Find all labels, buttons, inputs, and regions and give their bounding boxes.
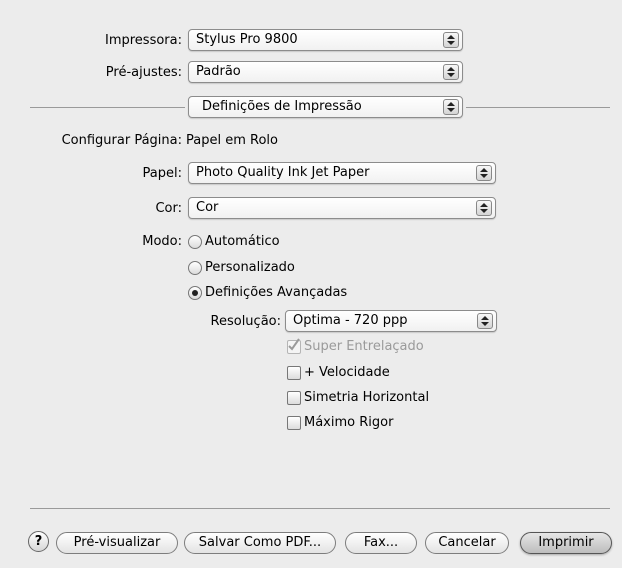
cancel-button[interactable]: Cancelar: [425, 532, 509, 554]
finest-detail-label[interactable]: Máximo Rigor: [304, 415, 393, 430]
finest-detail-checkbox[interactable]: [287, 416, 301, 430]
mode-option-advanced[interactable]: Definições Avançadas: [205, 285, 347, 300]
super-interlace-label: Super Entrelaçado: [304, 339, 424, 354]
popup-arrows-icon: [443, 99, 459, 115]
printer-value: Stylus Pro 9800: [196, 32, 298, 47]
mode-radio-automatic[interactable]: [188, 235, 202, 249]
panel-separator-left: [30, 107, 185, 108]
popup-arrows-icon: [476, 165, 492, 181]
printer-label: Impressora:: [105, 33, 182, 48]
popup-arrows-icon: [476, 200, 492, 216]
paper-label: Papel:: [142, 166, 182, 181]
presets-popup[interactable]: Padrão: [188, 61, 463, 83]
presets-label: Pré-ajustes:: [105, 65, 182, 80]
page-setup-value: Papel em Rolo: [186, 133, 278, 148]
paper-popup[interactable]: Photo Quality Ink Jet Paper: [188, 162, 496, 184]
preview-button[interactable]: Pré-visualizar: [56, 532, 178, 554]
resolution-popup[interactable]: Optima - 720 ppp: [285, 310, 497, 332]
high-speed-label[interactable]: + Velocidade: [304, 365, 390, 380]
flip-horizontal-label[interactable]: Simetria Horizontal: [304, 390, 429, 405]
color-value: Cor: [196, 200, 219, 215]
page-setup-label: Configurar Página:: [61, 133, 182, 148]
panel-popup[interactable]: Definições de Impressão: [188, 96, 463, 118]
mode-radio-custom[interactable]: [188, 261, 202, 275]
footer-separator: [30, 508, 610, 509]
save-pdf-button[interactable]: Salvar Como PDF...: [184, 532, 336, 554]
radio-selected-dot: [192, 290, 198, 296]
high-speed-checkbox[interactable]: [287, 366, 301, 380]
popup-arrows-icon: [477, 313, 493, 329]
resolution-value: Optima - 720 ppp: [293, 313, 408, 328]
mode-option-custom[interactable]: Personalizado: [205, 260, 295, 275]
panel-value: Definições de Impressão: [202, 99, 362, 114]
popup-arrows-icon: [443, 64, 459, 80]
color-popup[interactable]: Cor: [188, 197, 496, 219]
resolution-label: Resolução:: [210, 314, 281, 329]
print-button[interactable]: Imprimir: [520, 532, 612, 554]
fax-button[interactable]: Fax...: [345, 532, 417, 554]
printer-popup[interactable]: Stylus Pro 9800: [188, 29, 463, 51]
mode-radio-advanced[interactable]: [188, 286, 202, 300]
paper-value: Photo Quality Ink Jet Paper: [196, 165, 370, 180]
flip-horizontal-checkbox[interactable]: [287, 391, 301, 405]
checkmark-icon: [288, 338, 300, 351]
super-interlace-checkbox[interactable]: [287, 338, 301, 354]
help-button[interactable]: ?: [28, 531, 49, 552]
mode-label: Modo:: [142, 234, 182, 249]
popup-arrows-icon: [443, 32, 459, 48]
mode-option-automatic[interactable]: Automático: [205, 234, 280, 249]
presets-value: Padrão: [196, 64, 241, 79]
color-label: Cor:: [155, 201, 182, 216]
panel-separator-right: [466, 107, 610, 108]
